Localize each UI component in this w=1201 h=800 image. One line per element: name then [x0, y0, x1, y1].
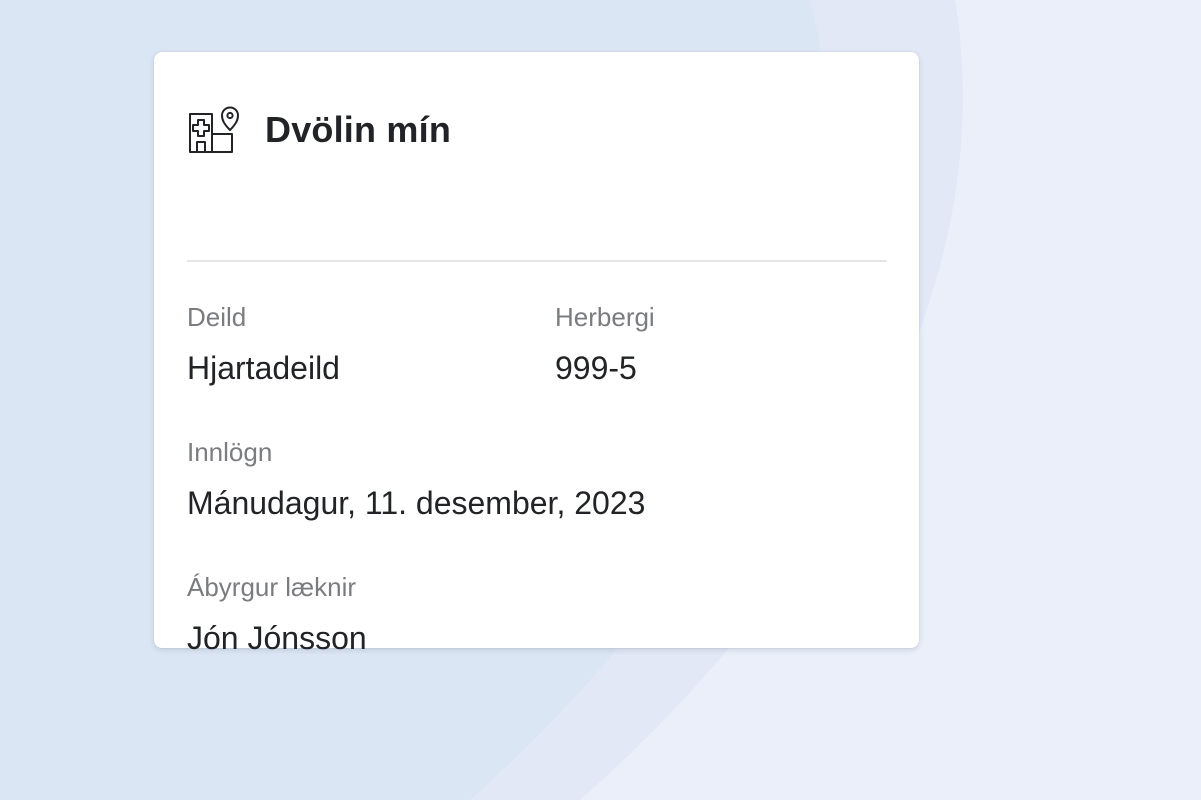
card-title: Dvölin mín	[265, 109, 452, 150]
room-value: 999-5	[555, 350, 637, 386]
page-background: Dvölin mín Deild Hjartadeild Herbergi 99…	[0, 0, 1201, 800]
department-label: Deild	[187, 302, 247, 332]
physician-field: Ábyrgur læknir Jón Jónsson	[187, 572, 367, 656]
physician-label: Ábyrgur læknir	[187, 572, 357, 602]
stay-info-card: Dvölin mín Deild Hjartadeild Herbergi 99…	[154, 52, 919, 656]
room-label: Herbergi	[555, 302, 655, 332]
hospital-location-icon	[189, 106, 239, 153]
admission-value: Mánudagur, 11. desember, 2023	[187, 485, 646, 521]
room-field: Herbergi 999-5	[555, 302, 655, 386]
admission-label: Innlögn	[187, 437, 273, 467]
header-divider	[187, 260, 887, 262]
admission-field: Innlögn Mánudagur, 11. desember, 2023	[187, 437, 645, 521]
physician-value: Jón Jónsson	[187, 620, 367, 656]
department-field: Deild Hjartadeild	[187, 302, 340, 386]
card-header: Dvölin mín	[187, 104, 451, 156]
department-value: Hjartadeild	[187, 350, 340, 386]
